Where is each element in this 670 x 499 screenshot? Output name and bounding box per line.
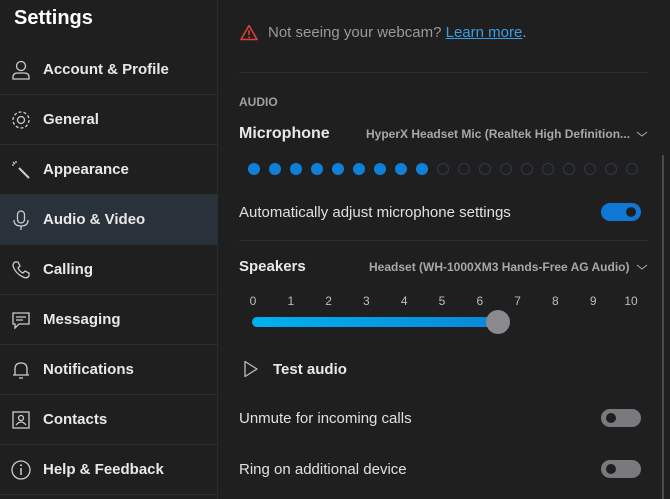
person-icon bbox=[10, 59, 32, 81]
mic-level-dot bbox=[332, 163, 344, 175]
period: . bbox=[522, 24, 527, 41]
phone-icon bbox=[10, 259, 32, 281]
volume-tick-label: 7 bbox=[514, 294, 521, 308]
audio-heading: AUDIO bbox=[239, 95, 278, 109]
volume-tick-label: 6 bbox=[476, 294, 484, 308]
page-title: Settings bbox=[14, 7, 93, 29]
volume-thumb[interactable] bbox=[485, 310, 510, 334]
contact-card-icon bbox=[10, 409, 32, 431]
sidebar-item-general[interactable]: General bbox=[0, 95, 218, 145]
volume-tick-label: 9 bbox=[589, 294, 597, 308]
sidebar-item-help-feedback[interactable]: Help & Feedback bbox=[0, 445, 218, 495]
speakers-device: Headset (WH-1000XM3 Hands-Free AG Audio) bbox=[369, 260, 630, 274]
sidebar-item-label: Help & Feedback bbox=[43, 461, 164, 478]
speakers-label: Speakers bbox=[239, 258, 306, 275]
microphone-device: HyperX Headset Mic (Realtek High Definit… bbox=[366, 127, 631, 141]
sidebar-item-label: General bbox=[43, 111, 99, 128]
mic-level-dot bbox=[374, 163, 386, 175]
sidebar-item-label: Calling bbox=[43, 261, 94, 278]
mic-level-dot bbox=[521, 163, 533, 175]
chevron-down-icon bbox=[636, 131, 648, 137]
volume-tick-label: 4 bbox=[400, 294, 408, 308]
sidebar: Settings Account & Profile General Appeara… bbox=[0, 0, 218, 499]
sidebar-item-label: Notifications bbox=[43, 361, 134, 378]
mic-level-dot bbox=[248, 163, 260, 175]
test-audio-label: Test audio bbox=[273, 360, 347, 378]
magic-wand-icon bbox=[10, 159, 32, 181]
unmute-label: Unmute for incoming calls bbox=[239, 410, 412, 427]
mic-level-dot bbox=[416, 163, 428, 175]
chevron-down-icon bbox=[636, 264, 647, 270]
sidebar-item-messaging[interactable]: Messaging bbox=[0, 295, 218, 345]
auto-adjust-label: Automatically adjust microphone settings bbox=[239, 204, 511, 221]
mic-level-dot bbox=[458, 163, 470, 175]
divider bbox=[239, 72, 647, 73]
sidebar-item-label: Contacts bbox=[43, 411, 108, 428]
test-audio-button[interactable]: Test audio bbox=[243, 360, 347, 378]
microphone-label: Microphone bbox=[239, 125, 330, 142]
webcam-warning-text: Not seeing your webcam? bbox=[268, 24, 442, 41]
sidebar-item-account-profile[interactable]: Account & Profile bbox=[0, 45, 218, 95]
mic-level-dot bbox=[584, 163, 596, 175]
sidebar-item-contacts[interactable]: Contacts bbox=[0, 395, 218, 445]
mic-level-dot bbox=[605, 163, 617, 175]
sidebar-item-calling[interactable]: Calling bbox=[0, 245, 218, 295]
bell-icon bbox=[10, 359, 32, 381]
sidebar-item-label: Audio & Video bbox=[43, 211, 146, 228]
volume-tick-label: 2 bbox=[325, 294, 332, 308]
auto-adjust-toggle[interactable] bbox=[601, 203, 641, 221]
sidebar-item-label: Messaging bbox=[43, 311, 121, 328]
volume-tick-label: 8 bbox=[552, 294, 559, 308]
sidebar-item-appearance[interactable]: Appearance bbox=[0, 145, 218, 195]
mic-level-dot bbox=[563, 163, 575, 175]
settings-panel: Not seeing your webcam? Learn more. AUDI… bbox=[219, 0, 670, 499]
scrollbar[interactable] bbox=[662, 155, 664, 499]
divider bbox=[239, 240, 647, 241]
gear-icon bbox=[10, 109, 32, 131]
unmute-toggle[interactable] bbox=[601, 409, 641, 427]
volume-tick-label: 1 bbox=[287, 294, 295, 308]
mic-level-dot bbox=[290, 163, 302, 175]
speakers-device-dropdown[interactable]: Headset (WH-1000XM3 Hands-Free AG Audio) bbox=[369, 260, 648, 274]
sidebar-item-label: Account & Profile bbox=[43, 61, 169, 78]
sidebar-item-label: Appearance bbox=[43, 161, 129, 178]
volume-fill bbox=[252, 317, 498, 327]
volume-slider[interactable] bbox=[252, 310, 632, 334]
chat-icon bbox=[10, 309, 32, 331]
play-icon bbox=[244, 360, 258, 378]
info-icon bbox=[10, 459, 32, 481]
volume-tick-label: 10 bbox=[624, 294, 638, 308]
volume-tick-label: 3 bbox=[363, 294, 370, 308]
mic-level-dot bbox=[626, 163, 638, 175]
mic-level-dot bbox=[269, 163, 281, 175]
mic-level-dot bbox=[437, 163, 449, 175]
ring-toggle[interactable] bbox=[601, 460, 641, 478]
mic-level-dot bbox=[353, 163, 365, 175]
sidebar-item-audio-video[interactable]: Audio & Video bbox=[0, 195, 218, 245]
volume-tick-label: 0 bbox=[249, 294, 257, 308]
mic-level-dot bbox=[395, 163, 407, 175]
microphone-icon bbox=[10, 209, 32, 231]
warning-icon bbox=[240, 24, 258, 41]
microphone-device-dropdown[interactable]: HyperX Headset Mic (Realtek High Definit… bbox=[366, 127, 648, 141]
learn-more-link[interactable]: Learn more bbox=[446, 24, 523, 41]
sidebar-item-notifications[interactable]: Notifications bbox=[0, 345, 218, 395]
ring-label: Ring on additional device bbox=[239, 461, 407, 478]
mic-level-dot bbox=[500, 163, 512, 175]
mic-level-dot bbox=[311, 163, 323, 175]
mic-level-dot bbox=[542, 163, 554, 175]
volume-tick-label: 5 bbox=[438, 294, 446, 308]
mic-level-dot bbox=[479, 163, 491, 175]
